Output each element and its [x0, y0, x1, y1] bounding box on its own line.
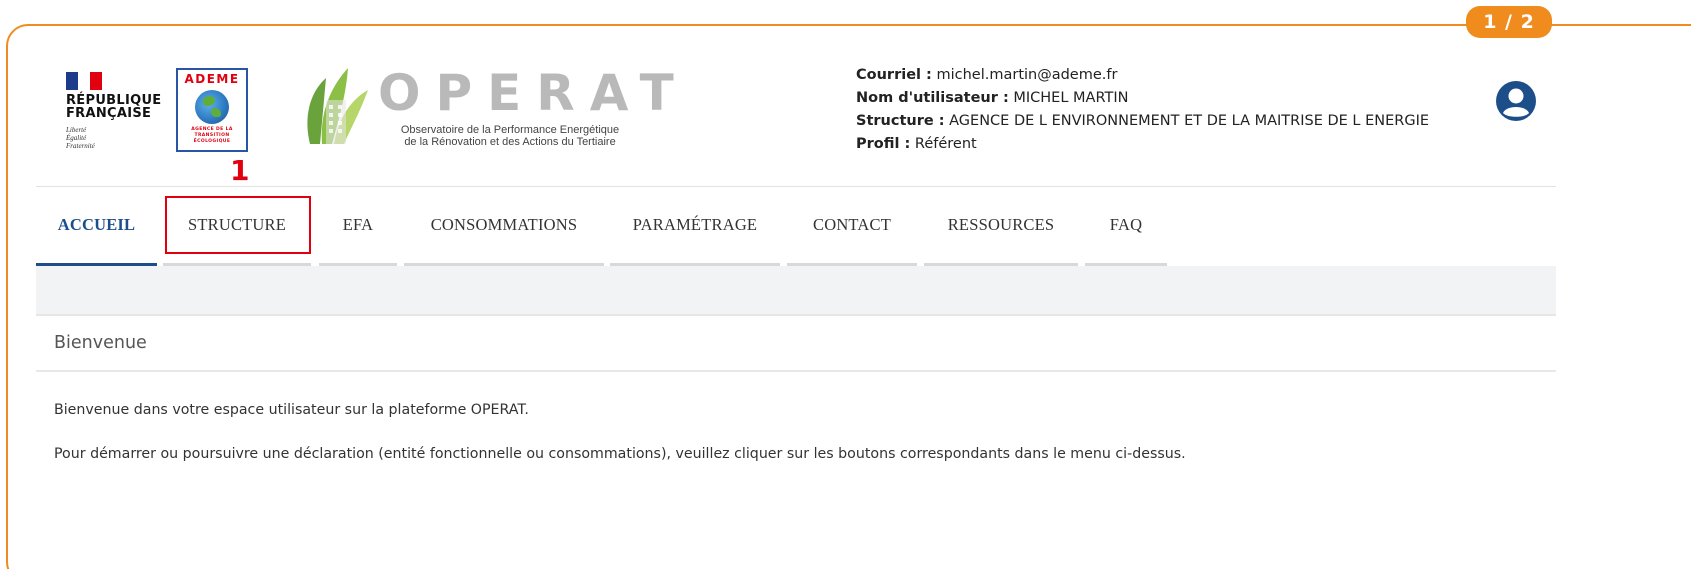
subheader-band [36, 266, 1556, 314]
nav-item-faq[interactable]: FAQ [1085, 186, 1167, 266]
ademe-name: ADEME [184, 72, 240, 86]
subheader-shadow [36, 314, 1556, 316]
nav-item-contact[interactable]: CONTACT [787, 186, 917, 266]
step-marker: 1 [230, 154, 250, 187]
profile-value: Référent [914, 136, 977, 152]
username-label: Nom d'utilisateur : [856, 90, 1009, 106]
rf-motto-liberte: Liberté [66, 126, 87, 134]
globe-icon [195, 90, 229, 124]
user-account-icon[interactable] [1495, 80, 1537, 122]
nav-label-faq: FAQ [1109, 215, 1143, 234]
user-username-row: Nom d'utilisateur : MICHEL MARTIN [856, 87, 1429, 110]
operat-tagline-line2: de la Rénovation et des Actions du Terti… [404, 136, 616, 148]
structure-value: AGENCE DE L ENVIRONNEMENT ET DE LA MAITR… [949, 113, 1430, 129]
nav-label-accueil: ACCUEIL [57, 215, 136, 234]
user-profile-row: Profil : Référent [856, 133, 1429, 156]
nav-item-ressources[interactable]: RESSOURCES [924, 186, 1078, 266]
welcome-paragraph: Bienvenue dans votre espace utilisateur … [54, 402, 529, 418]
nav-label-ressources: RESSOURCES [947, 215, 1055, 234]
rf-motto-fraternite: Fraternité [66, 142, 95, 150]
user-info: Courriel : michel.martin@ademe.fr Nom d'… [856, 64, 1429, 156]
username-value: MICHEL MARTIN [1013, 90, 1129, 106]
title-separator [36, 370, 1556, 372]
republique-francaise-logo: RÉPUBLIQUE FRANÇAISE Liberté Égalité Fra… [66, 72, 166, 152]
email-value: michel.martin@ademe.fr [936, 67, 1118, 83]
structure-label: Structure : [856, 113, 945, 129]
french-flag-icon [66, 72, 102, 90]
user-structure-row: Structure : AGENCE DE L ENVIRONNEMENT ET… [856, 110, 1429, 133]
page-counter-badge: 1 / 2 [1466, 6, 1552, 38]
rf-title-line2: FRANÇAISE [66, 106, 152, 121]
nav-item-accueil[interactable]: ACCUEIL [36, 186, 157, 267]
rf-motto-egalite: Égalité [66, 134, 87, 142]
operat-leaf-icon [307, 68, 368, 144]
operat-tagline: Observatoire de la Performance Energétiq… [380, 124, 640, 148]
nav-item-parametrage[interactable]: PARAMÉTRAGE [610, 186, 780, 266]
user-email-row: Courriel : michel.martin@ademe.fr [856, 64, 1429, 87]
nav-label-contact: CONTACT [813, 215, 891, 234]
profile-label: Profil : [856, 136, 911, 152]
nav-label-parametrage: PARAMÉTRAGE [632, 215, 758, 234]
nav-item-efa[interactable]: EFA [319, 186, 397, 266]
ademe-sub-line3: ÉCOLOGIQUE [193, 139, 231, 144]
nav-label-efa: EFA [342, 215, 374, 234]
ademe-logo: ADEME AGENCE DE LA TRANSITION ÉCOLOGIQUE [176, 68, 248, 152]
structure-highlight-box [165, 196, 311, 254]
nav-label-consommations: CONSOMMATIONS [430, 215, 578, 234]
operat-tagline-line1: Observatoire de la Performance Energétiq… [400, 124, 620, 136]
instructions-paragraph: Pour démarrer ou poursuivre une déclarat… [54, 446, 1186, 462]
email-label: Courriel : [856, 67, 932, 83]
operat-wordmark: OPERAT [378, 64, 689, 122]
page-title: Bienvenue [54, 333, 147, 353]
nav-item-consommations[interactable]: CONSOMMATIONS [404, 186, 604, 266]
